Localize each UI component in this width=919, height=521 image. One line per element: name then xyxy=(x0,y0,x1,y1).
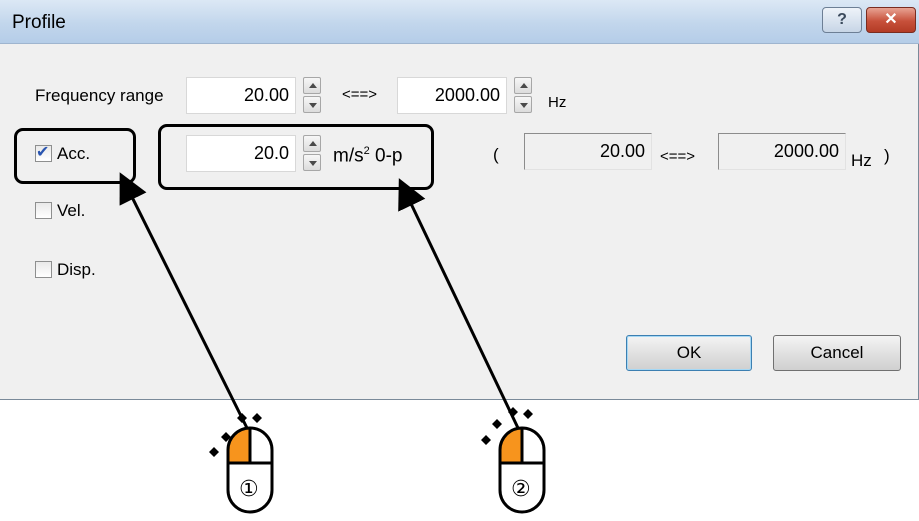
arrow-to-level xyxy=(398,178,520,429)
annotation-overlay: ① ② xyxy=(119,172,546,514)
arrow-to-acc xyxy=(119,172,249,429)
step-2-label: ② xyxy=(511,477,531,502)
step-1-label: ① xyxy=(239,477,259,502)
